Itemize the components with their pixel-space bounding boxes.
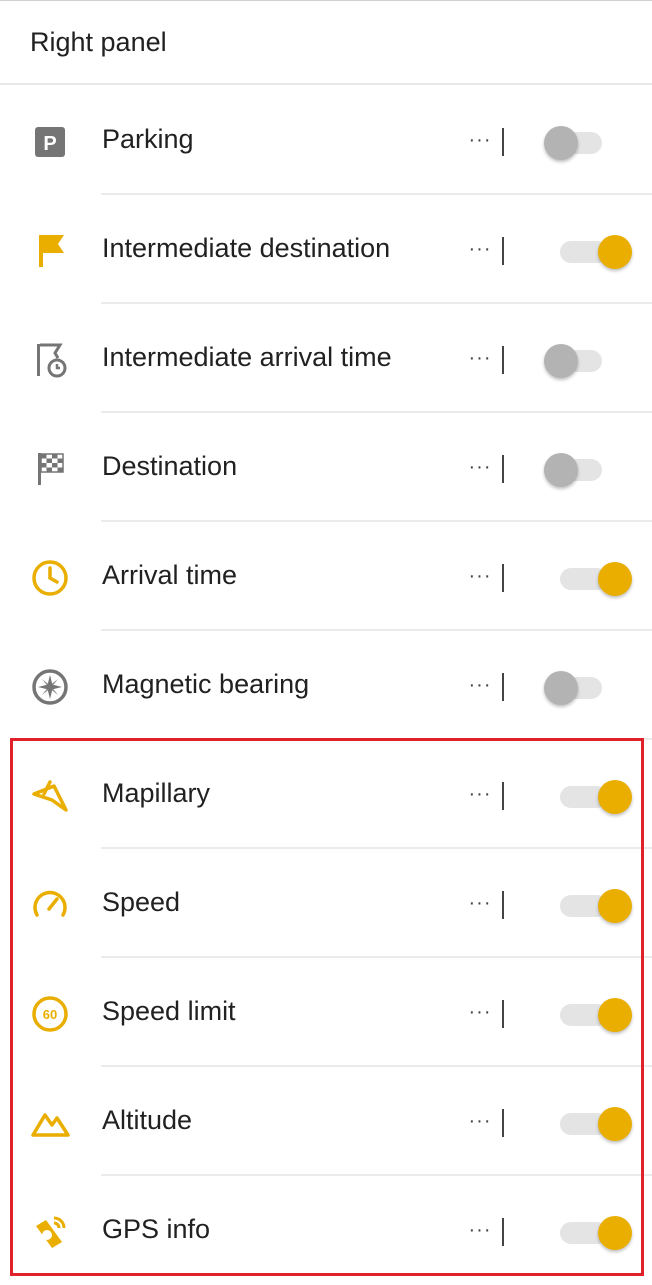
more-options-icon[interactable]: ··· xyxy=(466,665,494,705)
more-options-icon[interactable]: ··· xyxy=(466,774,494,814)
list-item-magnetic-bearing[interactable]: Magnetic bearing ··· xyxy=(0,631,652,740)
compass-icon xyxy=(28,665,72,709)
mapillary-toggle[interactable] xyxy=(546,780,632,814)
more-options-icon[interactable]: ··· xyxy=(466,556,494,596)
more-options-icon[interactable]: ··· xyxy=(466,992,494,1032)
item-label: Mapillary xyxy=(102,778,211,808)
mapillary-icon xyxy=(28,774,72,818)
separator xyxy=(502,1109,504,1137)
item-label: GPS info xyxy=(102,1214,211,1244)
speed-toggle[interactable] xyxy=(546,889,632,923)
separator xyxy=(502,455,504,483)
widget-list: P Parking ··· Intermediate destination ·… xyxy=(0,86,652,1285)
speed-limit-icon: 60 xyxy=(28,992,72,1036)
parking-icon: P xyxy=(28,120,72,164)
item-label: Destination xyxy=(102,451,238,481)
item-label: Parking xyxy=(102,124,194,154)
list-item-destination[interactable]: Destination ··· xyxy=(0,413,652,522)
more-options-icon[interactable]: ··· xyxy=(466,447,494,487)
item-label: Altitude xyxy=(102,1105,193,1135)
separator xyxy=(502,673,504,701)
list-item-intermediate-arrival-time[interactable]: Intermediate arrival time ··· xyxy=(0,304,652,413)
intermediate-destination-toggle[interactable] xyxy=(546,235,632,269)
destination-toggle[interactable] xyxy=(544,453,604,487)
separator xyxy=(502,782,504,810)
svg-text:60: 60 xyxy=(43,1007,57,1022)
satellite-icon xyxy=(28,1210,72,1254)
list-item-parking[interactable]: P Parking ··· xyxy=(0,86,652,195)
flag-icon xyxy=(28,229,72,273)
altitude-toggle[interactable] xyxy=(546,1107,632,1141)
separator xyxy=(502,891,504,919)
item-label: Intermediate destination xyxy=(102,233,391,263)
more-options-icon[interactable]: ··· xyxy=(466,1101,494,1141)
arrival-time-toggle[interactable] xyxy=(546,562,632,596)
item-label: Speed xyxy=(102,887,181,917)
checkered-flag-icon xyxy=(28,447,72,491)
panel-header: Right panel xyxy=(0,1,652,85)
svg-text:P: P xyxy=(43,133,56,155)
list-item-intermediate-destination[interactable]: Intermediate destination ··· xyxy=(0,195,652,304)
speedometer-icon xyxy=(28,883,72,927)
list-item-arrival-time[interactable]: Arrival time ··· xyxy=(0,522,652,631)
list-item-altitude[interactable]: Altitude ··· xyxy=(0,1067,652,1176)
intermediate-arrival-time-toggle[interactable] xyxy=(544,344,604,378)
more-options-icon[interactable]: ··· xyxy=(466,229,494,269)
item-label: Speed limit xyxy=(102,996,236,1026)
separator xyxy=(502,237,504,265)
list-item-speed[interactable]: Speed ··· xyxy=(0,849,652,958)
separator xyxy=(502,564,504,592)
separator xyxy=(502,346,504,374)
flag-clock-icon xyxy=(28,338,72,382)
more-options-icon[interactable]: ··· xyxy=(466,338,494,378)
item-label: Arrival time xyxy=(102,560,238,590)
item-label: Magnetic bearing xyxy=(102,669,310,699)
speed-limit-toggle[interactable] xyxy=(546,998,632,1032)
parking-toggle[interactable] xyxy=(544,126,604,160)
more-options-icon[interactable]: ··· xyxy=(466,883,494,923)
separator xyxy=(502,128,504,156)
separator xyxy=(502,1218,504,1246)
separator xyxy=(502,1000,504,1028)
more-options-icon[interactable]: ··· xyxy=(466,1210,494,1250)
item-label: Intermediate arrival time xyxy=(102,342,392,372)
clock-icon xyxy=(28,556,72,600)
list-item-gps-info[interactable]: GPS info ··· xyxy=(0,1176,652,1285)
list-item-speed-limit[interactable]: 60 Speed limit ··· xyxy=(0,958,652,1067)
more-options-icon[interactable]: ··· xyxy=(466,120,494,160)
page-title: Right panel xyxy=(30,27,167,57)
gps-info-toggle[interactable] xyxy=(546,1216,632,1250)
list-item-mapillary[interactable]: Mapillary ··· xyxy=(0,740,652,849)
mountain-icon xyxy=(28,1101,72,1145)
magnetic-bearing-toggle[interactable] xyxy=(544,671,604,705)
